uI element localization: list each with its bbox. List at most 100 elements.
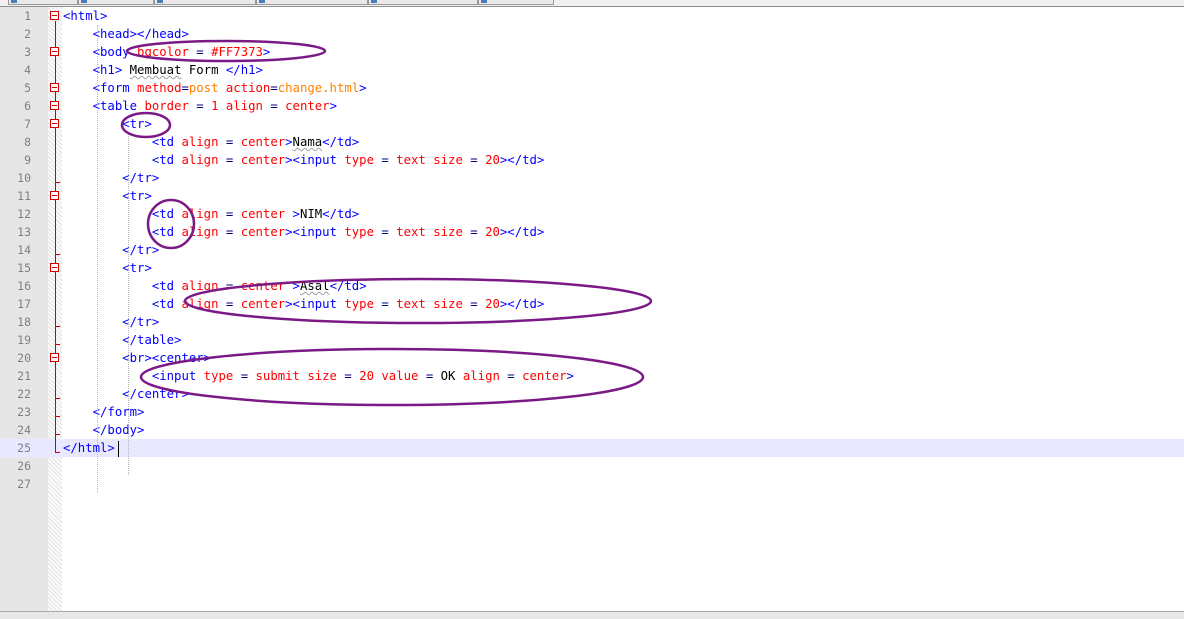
code-line[interactable]: 16 <td align = center >Asal</td> <box>0 277 1184 295</box>
code-token: size <box>433 153 463 167</box>
line-number: 4 <box>24 63 31 77</box>
code-line[interactable]: 7 <tr> <box>0 115 1184 133</box>
line-number: 26 <box>17 459 31 473</box>
code-line[interactable]: 24 </body> <box>0 421 1184 439</box>
code-line[interactable]: 11 <tr> <box>0 187 1184 205</box>
fold-end <box>55 398 60 399</box>
code-token: = <box>499 369 523 383</box>
tab-3[interactable] <box>154 0 256 5</box>
code-text: <html> <box>63 7 107 25</box>
code-token: <body <box>92 45 138 59</box>
tab-1[interactable] <box>8 0 78 5</box>
code-token: center <box>240 153 286 167</box>
line-number: 8 <box>24 135 31 149</box>
code-line[interactable]: 18 </tr> <box>0 313 1184 331</box>
code-token: = <box>262 99 286 113</box>
code-text: <table border = 1 align = center> <box>63 97 337 115</box>
code-line[interactable]: 5 <form method=post action=change.html> <box>0 79 1184 97</box>
tab-5[interactable] <box>368 0 478 5</box>
code-token: ><input <box>285 297 345 311</box>
code-line[interactable]: 9 <td align = center><input type = text … <box>0 151 1184 169</box>
fold-toggle-icon[interactable] <box>50 263 59 272</box>
fold-end <box>55 254 60 255</box>
code-token: <td <box>151 225 182 239</box>
code-token: Membuat <box>129 63 182 77</box>
code-token: align <box>181 135 219 149</box>
code-token: value <box>381 369 419 383</box>
fold-toggle-icon[interactable] <box>50 47 59 56</box>
code-token: = <box>233 369 256 383</box>
fold-toggle-icon[interactable] <box>50 101 59 110</box>
code-token: <td <box>151 297 182 311</box>
code-line[interactable]: 12 <td align = center >NIM</td> <box>0 205 1184 223</box>
code-token: Nama <box>292 135 323 149</box>
code-token: 1 <box>211 99 219 113</box>
code-token: align <box>181 225 219 239</box>
fold-toggle-icon[interactable] <box>50 83 59 92</box>
code-text: <td align = center >Asal</td> <box>63 277 367 295</box>
code-token: = <box>188 99 212 113</box>
code-token: > <box>285 207 300 221</box>
code-line[interactable]: 27 <box>0 475 1184 493</box>
code-token: center <box>240 135 286 149</box>
code-line[interactable]: 6 <table border = 1 align = center> <box>0 97 1184 115</box>
code-token: OK <box>440 369 456 383</box>
code-token: border <box>144 99 189 113</box>
code-token: text <box>396 153 426 167</box>
code-token: <table <box>92 99 145 113</box>
code-line[interactable]: 1 <html> <box>0 7 1184 25</box>
line-number: 19 <box>17 333 31 347</box>
tab-6[interactable] <box>478 0 554 5</box>
code-line[interactable]: 10 </tr> <box>0 169 1184 187</box>
code-text: <form method=post action=change.html> <box>63 79 367 97</box>
code-line[interactable]: 21 <input type = submit size = 20 value … <box>0 367 1184 385</box>
code-line[interactable]: 19 </table> <box>0 331 1184 349</box>
code-token: size <box>433 297 463 311</box>
code-token: <td <box>151 135 182 149</box>
file-icon <box>157 0 163 3</box>
code-line[interactable]: 26 <box>0 457 1184 475</box>
code-line[interactable]: 13 <td align = center><input type = text… <box>0 223 1184 241</box>
code-token: <form <box>92 81 138 95</box>
code-text: <tr> <box>63 115 152 133</box>
code-line[interactable]: 17 <td align = center><input type = text… <box>0 295 1184 313</box>
code-token: </td> <box>322 135 360 149</box>
fold-toggle-icon[interactable] <box>50 11 59 20</box>
code-token: > <box>329 99 337 113</box>
code-line[interactable]: 25 </html> <box>0 439 1184 457</box>
file-icon <box>259 0 265 3</box>
line-number: 7 <box>24 117 31 131</box>
fold-end <box>55 326 60 327</box>
code-line[interactable]: 23 </form> <box>0 403 1184 421</box>
code-line[interactable]: 22 </center> <box>0 385 1184 403</box>
code-line[interactable]: 14 </tr> <box>0 241 1184 259</box>
code-line[interactable]: 15 <tr> <box>0 259 1184 277</box>
code-line[interactable]: 8 <td align = center>Nama</td> <box>0 133 1184 151</box>
fold-end <box>55 434 60 435</box>
code-line[interactable]: 4 <h1> Membuat Form </h1> <box>0 61 1184 79</box>
fold-toggle-icon[interactable] <box>50 191 59 200</box>
fold-toggle-icon[interactable] <box>50 119 59 128</box>
code-text: </body> <box>63 421 145 439</box>
line-number: 17 <box>17 297 31 311</box>
code-line[interactable]: 20 <br><center> <box>0 349 1184 367</box>
code-line[interactable]: 2 <head></head> <box>0 25 1184 43</box>
line-number: 21 <box>17 369 31 383</box>
fold-toggle-icon[interactable] <box>50 353 59 362</box>
tab-2[interactable] <box>78 0 154 5</box>
code-line[interactable]: 3 <body bgcolor = #FF7373> <box>0 43 1184 61</box>
code-token: ></td> <box>499 153 545 167</box>
tab-4[interactable] <box>256 0 368 5</box>
code-text: <h1> Membuat Form </h1> <box>63 61 263 79</box>
line-number: 5 <box>24 81 31 95</box>
code-token: type <box>344 297 374 311</box>
code-token: </form> <box>92 405 145 419</box>
